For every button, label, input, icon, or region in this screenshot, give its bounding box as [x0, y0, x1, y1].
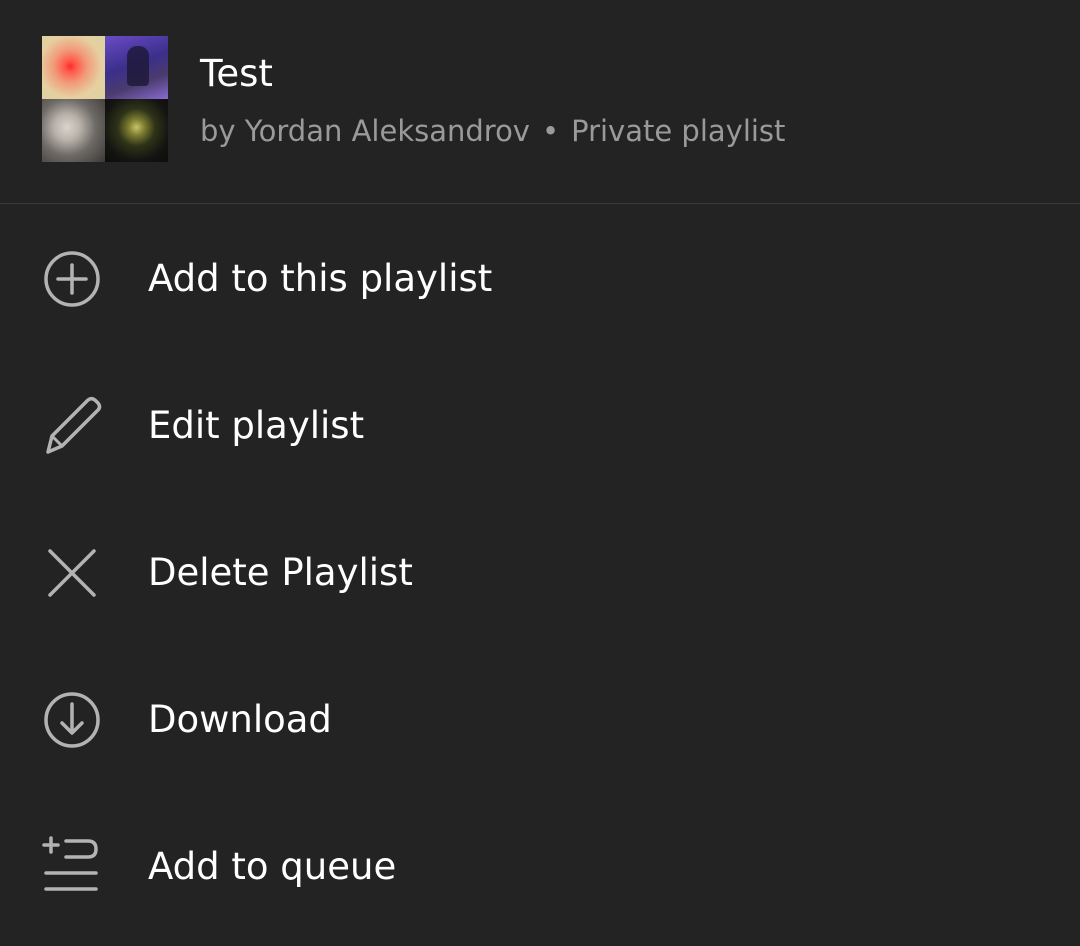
cover-tile-2 — [105, 36, 168, 99]
playlist-header: Test by Yordan Aleksandrov • Private playl… — [0, 0, 1080, 204]
add-to-queue-icon — [40, 835, 104, 899]
cover-tile-3 — [42, 99, 105, 162]
playlist-owner: by Yordan Aleksandrov — [200, 114, 530, 148]
playlist-cover-art — [42, 36, 168, 162]
menu-item-label: Download — [148, 697, 332, 741]
menu-item-label: Add to this playlist — [148, 256, 493, 300]
menu-item-delete-playlist[interactable]: Delete Playlist — [0, 499, 1080, 646]
pencil-icon — [40, 394, 104, 458]
separator-dot: • — [541, 114, 560, 148]
playlist-context-menu: Test by Yordan Aleksandrov • Private playl… — [0, 0, 1080, 946]
menu-item-label: Delete Playlist — [148, 550, 413, 594]
menu-item-add-to-playlist[interactable]: Add to this playlist — [0, 205, 1080, 352]
menu-item-edit-playlist[interactable]: Edit playlist — [0, 352, 1080, 499]
menu-item-download[interactable]: Download — [0, 646, 1080, 793]
menu-item-label: Add to queue — [148, 844, 397, 888]
cover-tile-1 — [42, 36, 105, 99]
playlist-visibility: Private playlist — [571, 114, 786, 148]
menu-list: Add to this playlist Edit playlist Delet… — [0, 205, 1080, 940]
menu-item-add-to-queue[interactable]: Add to queue — [0, 793, 1080, 940]
download-circle-icon — [40, 688, 104, 752]
menu-item-label: Edit playlist — [148, 403, 365, 447]
close-icon — [40, 541, 104, 605]
cover-tile-4 — [105, 99, 168, 162]
plus-circle-icon — [40, 247, 104, 311]
playlist-title: Test — [200, 52, 273, 95]
playlist-subtitle: by Yordan Aleksandrov • Private playlist — [200, 112, 785, 150]
